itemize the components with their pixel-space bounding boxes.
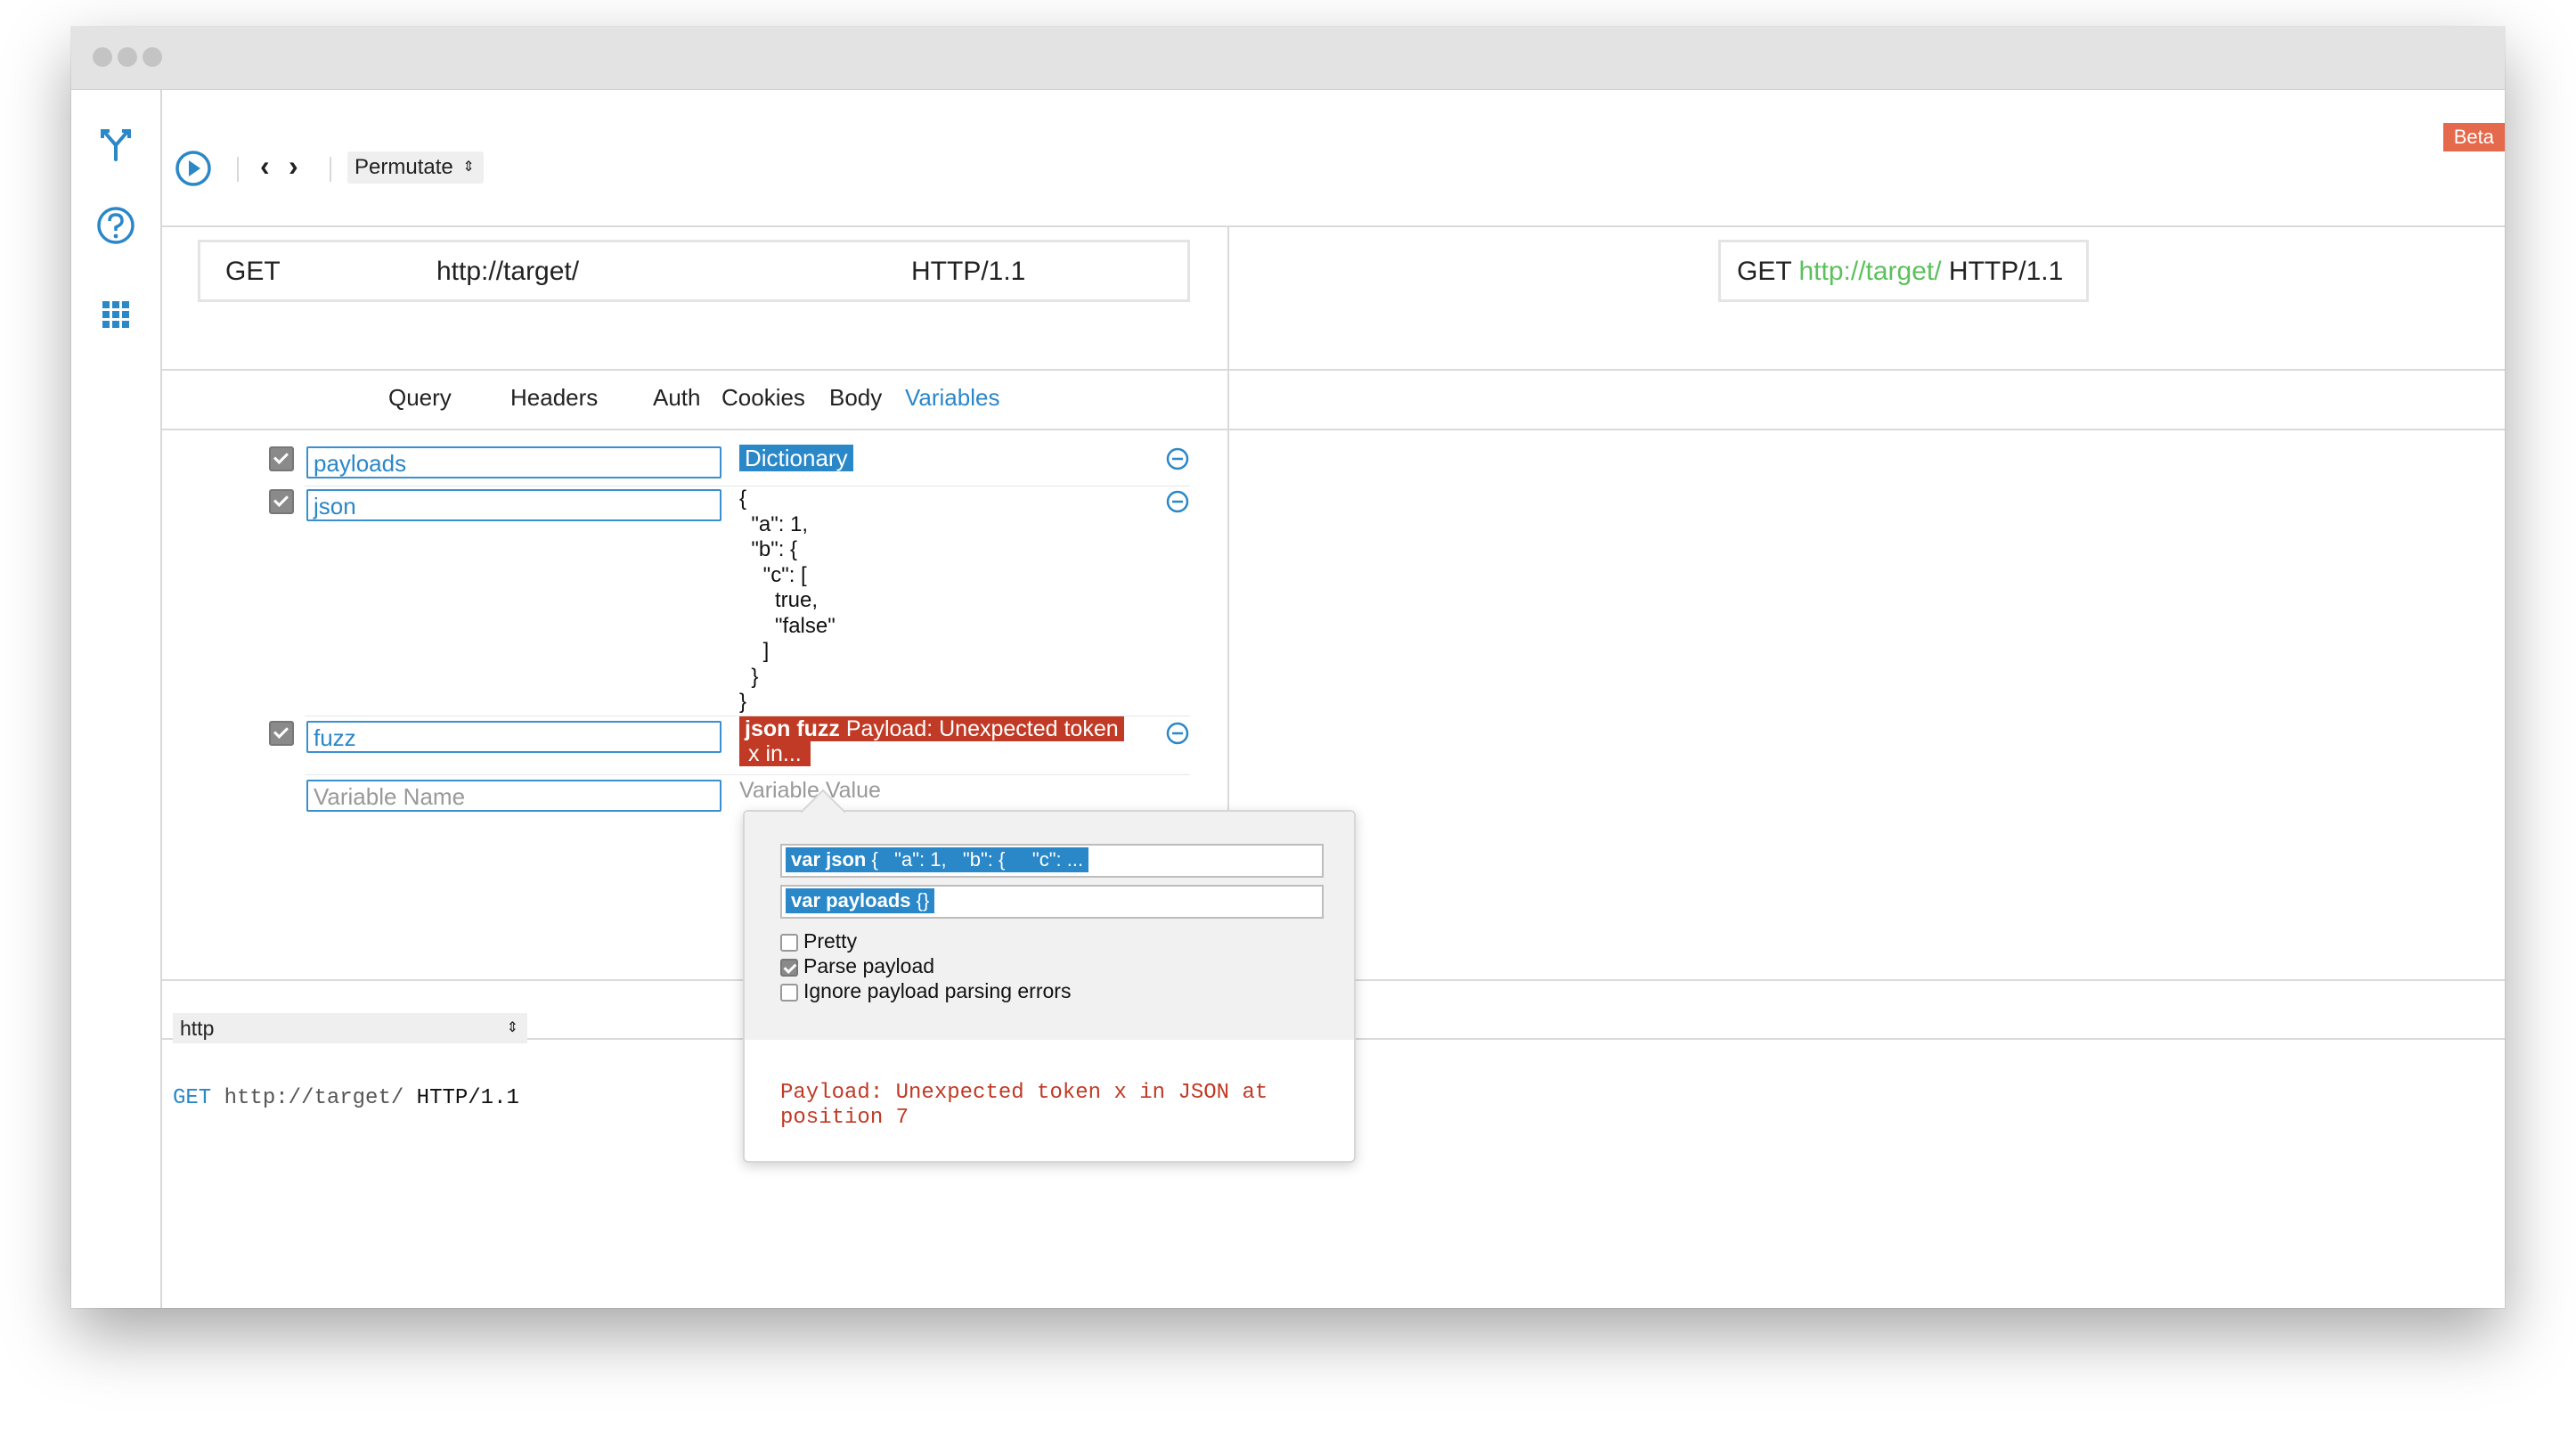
ignore-errors-checkbox[interactable] — [780, 984, 798, 1002]
back-button[interactable]: ‹ — [260, 150, 270, 183]
variable-name-field[interactable]: payloads — [306, 446, 721, 478]
grid-icon[interactable] — [94, 293, 137, 336]
popover-error-message: Payload: Unexpected token x in JSON at p… — [780, 1081, 1268, 1130]
var-json-chip[interactable]: var json { "a": 1, "b": { "c": ... — [786, 847, 1089, 872]
fuzz-error-bold: json fuzz — [745, 716, 840, 741]
remove-variable-icon[interactable] — [1165, 489, 1190, 514]
variable-enabled-checkbox[interactable] — [269, 446, 294, 471]
zoom-window-button[interactable] — [143, 47, 162, 67]
toolbar: ‹ › Permutate ⇕ — [162, 139, 2505, 201]
raw-request-output: GET http://target/ HTTP/1.1 — [173, 1086, 519, 1110]
variable-name-field[interactable]: fuzz — [306, 721, 721, 753]
fuzz-error-line2: x in... — [739, 741, 811, 766]
pretty-label: Pretty — [803, 929, 858, 953]
minimize-window-button[interactable] — [118, 47, 137, 67]
toolbar-divider — [237, 157, 239, 182]
raw-version: HTTP/1.1 — [416, 1086, 519, 1110]
chevron-updown-icon: ⇕ — [506, 1020, 518, 1035]
help-icon[interactable] — [94, 204, 137, 247]
output-format-value: http — [180, 1017, 215, 1040]
remove-variable-icon[interactable] — [1165, 446, 1190, 471]
tab-query[interactable]: Query — [388, 384, 452, 412]
pretty-option[interactable]: Pretty — [780, 929, 857, 953]
output-format-select[interactable]: http ⇕ — [173, 1013, 527, 1043]
app-window: Beta ‹ › Permutate ⇕ GET http://target/ … — [71, 27, 2505, 1308]
request-method[interactable]: GET — [225, 257, 281, 287]
tab-headers[interactable]: Headers — [510, 384, 598, 412]
new-variable-name-input[interactable]: Variable Name — [306, 780, 721, 812]
popover-json-field[interactable]: var json { "a": 1, "b": { "c": ... — [780, 844, 1324, 878]
request-preview: GET http://target/ HTTP/1.1 — [1718, 240, 2089, 302]
preview-method: GET — [1737, 257, 1792, 286]
variable-name-field[interactable]: json — [306, 489, 721, 521]
fuzz-error-line1: json fuzz Payload: Unexpected token — [739, 716, 1124, 741]
forward-button[interactable]: › — [289, 150, 298, 183]
new-variable-value-input[interactable]: Variable Value — [739, 778, 881, 804]
play-circle-icon[interactable] — [175, 150, 212, 187]
popover-payloads-field[interactable]: var payloads {} — [780, 885, 1324, 919]
parse-payload-label: Parse payload — [803, 954, 935, 977]
close-window-button[interactable] — [93, 47, 112, 67]
fuzz-error-tag[interactable]: json fuzz Payload: Unexpected token x in… — [739, 716, 1140, 766]
request-version[interactable]: HTTP/1.1 — [911, 257, 1025, 287]
ignore-errors-option[interactable]: Ignore payload parsing errors — [780, 979, 1071, 1003]
fork-icon[interactable] — [94, 124, 137, 167]
divider — [162, 369, 2505, 371]
variable-enabled-checkbox[interactable] — [269, 721, 294, 746]
variable-enabled-checkbox[interactable] — [269, 489, 294, 514]
chevron-updown-icon: ⇕ — [462, 159, 475, 175]
pretty-checkbox[interactable] — [780, 934, 798, 952]
request-line-editor[interactable]: GET http://target/ HTTP/1.1 — [198, 240, 1190, 302]
tab-body[interactable]: Body — [829, 384, 882, 412]
tab-cookies[interactable]: Cookies — [721, 384, 805, 412]
row-divider — [305, 774, 1190, 775]
title-bar — [71, 27, 2505, 90]
toolbar-divider — [330, 157, 331, 182]
parse-payload-checkbox[interactable] — [780, 959, 798, 977]
chip-prefix: var payloads — [791, 889, 911, 912]
request-url[interactable]: http://target/ — [436, 257, 579, 287]
ignore-errors-label: Ignore payload parsing errors — [803, 979, 1072, 1002]
sidebar — [71, 90, 162, 1308]
var-payloads-chip[interactable]: var payloads {} — [786, 888, 935, 913]
permutate-select-value: Permutate — [355, 155, 453, 179]
preview-version: HTTP/1.1 — [1948, 257, 2064, 286]
divider — [162, 429, 2505, 430]
tab-auth[interactable]: Auth — [653, 384, 701, 412]
variable-popover: var json { "a": 1, "b": { "c": ... var p… — [743, 789, 1356, 1163]
divider — [162, 225, 2505, 227]
json-value-text[interactable]: { "a": 1, "b": { "c": [ true, "false" ] … — [739, 487, 836, 716]
raw-url: http://target/ — [224, 1086, 404, 1110]
dictionary-tag[interactable]: Dictionary — [739, 445, 853, 471]
main-area: Beta ‹ › Permutate ⇕ GET http://target/ … — [162, 90, 2505, 1308]
tab-variables[interactable]: Variables — [905, 384, 999, 412]
permutate-select[interactable]: Permutate ⇕ — [347, 151, 484, 184]
remove-variable-icon[interactable] — [1165, 721, 1190, 746]
raw-method: GET — [173, 1086, 212, 1110]
fuzz-error-message: Payload: Unexpected token — [839, 716, 1119, 741]
preview-url: http://target/ — [1798, 257, 1942, 286]
parse-payload-option[interactable]: Parse payload — [780, 954, 934, 978]
chip-prefix: var json — [791, 848, 867, 871]
